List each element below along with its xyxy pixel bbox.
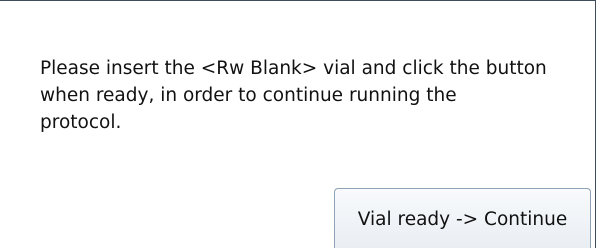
insert-vial-dialog: Please insert the <Rw Blank> vial and cl…	[0, 0, 596, 248]
vial-ready-continue-button[interactable]: Vial ready -> Continue	[334, 188, 591, 248]
dialog-message: Please insert the <Rw Blank> vial and cl…	[40, 58, 547, 133]
